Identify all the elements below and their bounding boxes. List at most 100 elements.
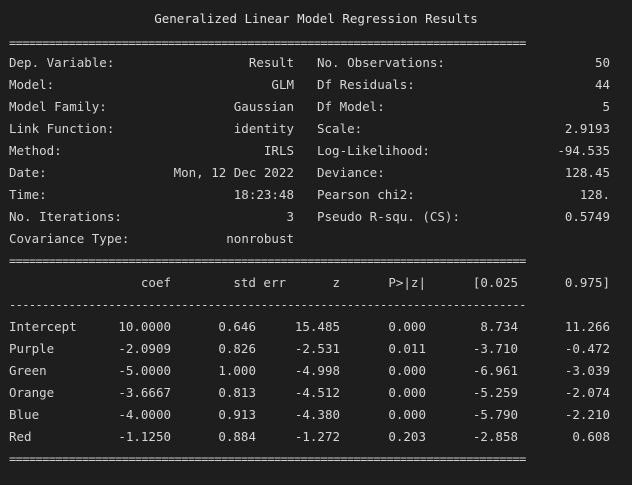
cell-ci-upper: -3.039 bbox=[564, 363, 610, 378]
summary-row: Covariance Type: nonrobust bbox=[0, 228, 632, 250]
cell-coef: -1.1250 bbox=[118, 429, 171, 444]
cell-std-err: 0.884 bbox=[218, 429, 256, 444]
summary-row: Method: IRLS Log-Likelihood: -94.535 bbox=[0, 140, 632, 162]
row-name: Blue bbox=[9, 407, 40, 422]
cell-std-err: 0.826 bbox=[218, 341, 256, 356]
summary-label: Deviance: bbox=[317, 165, 385, 180]
cell-coef: -2.0909 bbox=[118, 341, 171, 356]
cell-ci-upper: -0.472 bbox=[564, 341, 610, 356]
cell-p-value: 0.000 bbox=[388, 407, 426, 422]
summary-value: 44 bbox=[594, 77, 610, 92]
summary-value: IRLS bbox=[263, 143, 294, 158]
summary-value: 3 bbox=[286, 209, 294, 224]
summary-label: Scale: bbox=[317, 121, 363, 136]
cell-coef: 10.0000 bbox=[118, 319, 171, 334]
cell-coef: -5.0000 bbox=[118, 363, 171, 378]
summary-value: 0.5749 bbox=[564, 209, 610, 224]
summary-value: 128.45 bbox=[564, 165, 610, 180]
row-name: Red bbox=[9, 429, 32, 444]
header-coef: coef bbox=[140, 275, 171, 290]
cell-ci-lower: -5.259 bbox=[472, 385, 518, 400]
summary-label: Df Model: bbox=[317, 99, 385, 114]
summary-label: Time: bbox=[9, 187, 47, 202]
table-row: Green -5.0000 1.000 -4.998 0.000 -6.961 … bbox=[0, 360, 632, 382]
summary-label: Covariance Type: bbox=[9, 231, 130, 246]
table-row: Intercept 10.0000 0.646 15.485 0.000 8.7… bbox=[0, 316, 632, 338]
cell-ci-lower: 8.734 bbox=[480, 319, 518, 334]
cell-std-err: 0.813 bbox=[218, 385, 256, 400]
summary-row: No. Iterations: 3 Pseudo R-squ. (CS): 0.… bbox=[0, 206, 632, 228]
summary-label: Method: bbox=[9, 143, 62, 158]
table-row: Blue -4.0000 0.913 -4.380 0.000 -5.790 -… bbox=[0, 404, 632, 426]
cell-ci-upper: -2.074 bbox=[564, 385, 610, 400]
cell-ci-lower: -6.961 bbox=[472, 363, 518, 378]
coef-header-row: coef std err z P>|z| [0.025 0.975] bbox=[0, 272, 632, 294]
cell-ci-upper: 0.608 bbox=[572, 429, 610, 444]
cell-p-value: 0.011 bbox=[388, 341, 426, 356]
row-name: Intercept bbox=[9, 319, 77, 334]
summary-label: Df Residuals: bbox=[317, 77, 415, 92]
summary-row: Time: 18:23:48 Pearson chi2: 128. bbox=[0, 184, 632, 206]
cell-p-value: 0.203 bbox=[388, 429, 426, 444]
cell-p-value: 0.000 bbox=[388, 363, 426, 378]
results-title: Generalized Linear Model Regression Resu… bbox=[154, 11, 478, 26]
summary-value: -94.535 bbox=[557, 143, 610, 158]
cell-z: -4.380 bbox=[294, 407, 340, 422]
cell-ci-lower: -3.710 bbox=[472, 341, 518, 356]
header-std-err: std err bbox=[233, 275, 286, 290]
cell-z: 15.485 bbox=[294, 319, 340, 334]
double-separator: ========================================… bbox=[9, 452, 526, 466]
cell-std-err: 1.000 bbox=[218, 363, 256, 378]
double-separator: ========================================… bbox=[9, 36, 526, 50]
row-name: Purple bbox=[9, 341, 55, 356]
summary-label: No. Iterations: bbox=[9, 209, 122, 224]
summary-value: 5 bbox=[602, 99, 610, 114]
cell-ci-upper: -2.210 bbox=[564, 407, 610, 422]
double-separator: ========================================… bbox=[9, 254, 526, 268]
summary-row: Model: GLM Df Residuals: 44 bbox=[0, 74, 632, 96]
header-z: z bbox=[332, 275, 340, 290]
cell-std-err: 0.646 bbox=[218, 319, 256, 334]
header-p-value: P>|z| bbox=[388, 275, 426, 290]
summary-label: No. Observations: bbox=[317, 55, 445, 70]
cell-z: -1.272 bbox=[294, 429, 340, 444]
cell-p-value: 0.000 bbox=[388, 385, 426, 400]
regression-output: Generalized Linear Model Regression Resu… bbox=[0, 0, 632, 485]
summary-label: Dep. Variable: bbox=[9, 55, 115, 70]
table-row: Red -1.1250 0.884 -1.272 0.203 -2.858 0.… bbox=[0, 426, 632, 448]
cell-z: -4.998 bbox=[294, 363, 340, 378]
summary-label: Model: bbox=[9, 77, 55, 92]
summary-label: Pseudo R-squ. (CS): bbox=[317, 209, 460, 224]
summary-value: identity bbox=[233, 121, 294, 136]
cell-std-err: 0.913 bbox=[218, 407, 256, 422]
summary-value: 128. bbox=[579, 187, 610, 202]
cell-p-value: 0.000 bbox=[388, 319, 426, 334]
summary-value: Mon, 12 Dec 2022 bbox=[173, 165, 294, 180]
cell-z: -2.531 bbox=[294, 341, 340, 356]
row-name: Orange bbox=[9, 385, 55, 400]
summary-value: GLM bbox=[271, 77, 294, 92]
single-separator: ----------------------------------------… bbox=[9, 298, 526, 312]
table-row: Orange -3.6667 0.813 -4.512 0.000 -5.259… bbox=[0, 382, 632, 404]
cell-coef: -3.6667 bbox=[118, 385, 171, 400]
cell-ci-lower: -5.790 bbox=[472, 407, 518, 422]
summary-label: Log-Likelihood: bbox=[317, 143, 430, 158]
summary-value: 50 bbox=[594, 55, 610, 70]
summary-label: Pearson chi2: bbox=[317, 187, 415, 202]
summary-row: Model Family: Gaussian Df Model: 5 bbox=[0, 96, 632, 118]
summary-row: Date: Mon, 12 Dec 2022 Deviance: 128.45 bbox=[0, 162, 632, 184]
summary-value: 18:23:48 bbox=[233, 187, 294, 202]
header-ci-lower: [0.025 bbox=[472, 275, 518, 290]
summary-label: Date: bbox=[9, 165, 47, 180]
summary-value: Result bbox=[248, 55, 294, 70]
summary-value: 2.9193 bbox=[564, 121, 610, 136]
row-name: Green bbox=[9, 363, 47, 378]
summary-value: Gaussian bbox=[233, 99, 294, 114]
table-row: Purple -2.0909 0.826 -2.531 0.011 -3.710… bbox=[0, 338, 632, 360]
cell-ci-upper: 11.266 bbox=[564, 319, 610, 334]
cell-ci-lower: -2.858 bbox=[472, 429, 518, 444]
cell-coef: -4.0000 bbox=[118, 407, 171, 422]
header-ci-upper: 0.975] bbox=[564, 275, 610, 290]
summary-label: Model Family: bbox=[9, 99, 107, 114]
cell-z: -4.512 bbox=[294, 385, 340, 400]
